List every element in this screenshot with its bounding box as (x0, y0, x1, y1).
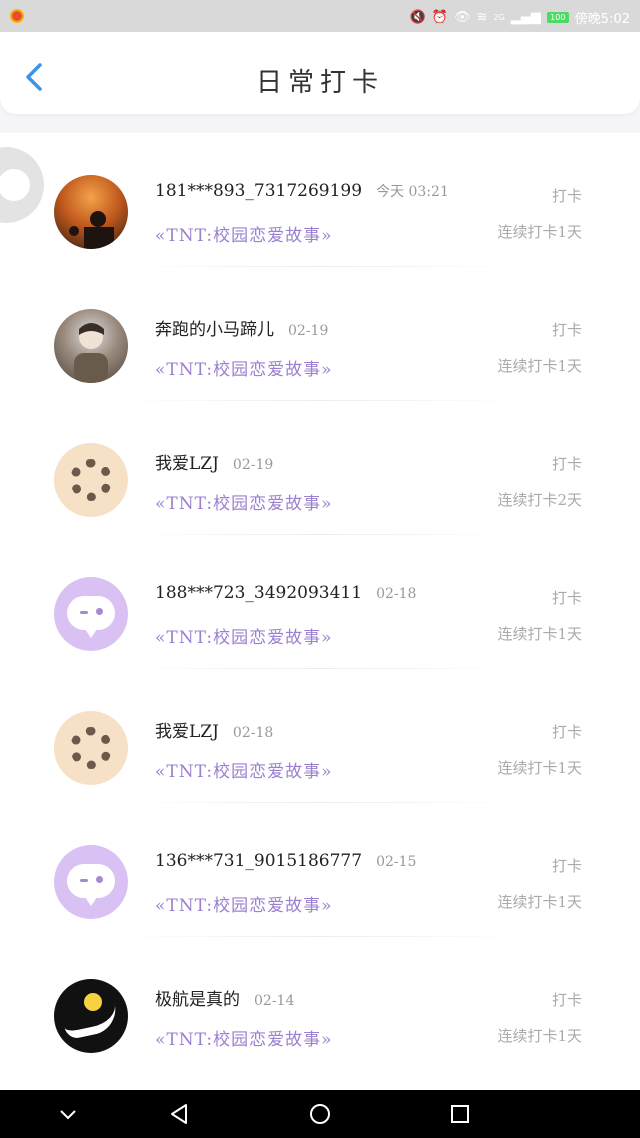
header-bar: 日常打卡 (0, 32, 640, 114)
mute-icon: 🔇 (409, 10, 426, 25)
list-item[interactable]: 我爱LZJ 02-19 «TNT:校园恋爱故事» 打卡 连续打卡2天 (0, 401, 640, 535)
user-name: 我爱LZJ 02-18 (155, 717, 273, 742)
user-name: 188***723_3492093411 02-18 (155, 583, 416, 603)
user-name: 极航是真的 02-14 (155, 985, 294, 1010)
user-name-text: 136***731_9015186777 (155, 851, 363, 871)
avatar[interactable] (54, 979, 128, 1053)
streak-text: 连续打卡1天 (497, 759, 582, 777)
wifi-icon: ≋ (476, 10, 488, 25)
signal-icon: ▂▄▆ (510, 10, 541, 25)
person-image (74, 323, 108, 383)
avatar[interactable] (54, 175, 128, 249)
silhouette-image (69, 211, 114, 249)
checkin-button[interactable]: 打卡 (552, 185, 582, 206)
checkin-date: 02-14 (254, 993, 295, 1009)
chat-bot-icon (67, 864, 115, 906)
user-name-text: 188***723_3492093411 (155, 583, 363, 603)
avatar[interactable] (54, 711, 128, 785)
avatar[interactable] (54, 443, 128, 517)
checkin-date: 02-18 (232, 725, 274, 741)
status-bar: 🔇 ⏰ 👁 ≋ 2G ▂▄▆ 100 傍晚5:02 (0, 0, 640, 32)
page-title: 日常打卡 (255, 68, 384, 98)
checkin-button[interactable]: 打卡 (552, 587, 582, 608)
recents-square-icon[interactable] (448, 1102, 472, 1126)
system-nav-bar (0, 1090, 640, 1138)
list-item[interactable]: 我爱LZJ 02-18 «TNT:校园恋爱故事» 打卡 连续打卡1天 (0, 669, 640, 803)
story-link[interactable]: «TNT:校园恋爱故事» (155, 1025, 332, 1050)
streak-text: 连续打卡1天 (497, 1027, 582, 1045)
user-name-text: 181***893_7317269199 (155, 181, 363, 201)
avatar[interactable] (54, 845, 128, 919)
story-link[interactable]: «TNT:校园恋爱故事» (155, 221, 332, 246)
avatar[interactable] (54, 309, 128, 383)
user-name: 奔跑的小马蹄儿 02-19 (155, 315, 328, 340)
checkin-button[interactable]: 打卡 (552, 319, 582, 340)
home-circle-icon[interactable] (308, 1102, 332, 1126)
weibo-icon (10, 9, 24, 23)
cartoon-image (84, 993, 102, 1011)
story-link[interactable]: «TNT:校园恋爱故事» (155, 891, 332, 916)
checkin-button[interactable]: 打卡 (552, 855, 582, 876)
back-triangle-icon[interactable] (168, 1102, 192, 1126)
streak-text: 连续打卡1天 (497, 625, 582, 643)
streak-text: 连续打卡1天 (497, 357, 582, 375)
chevron-down-icon[interactable] (56, 1102, 80, 1126)
user-name-text: 我爱LZJ (155, 722, 219, 742)
cartoon-image (70, 459, 112, 501)
checkin-date: 02-18 (376, 586, 417, 602)
checkin-button[interactable]: 打卡 (552, 453, 582, 474)
chat-bot-icon (67, 596, 115, 638)
checkin-button[interactable]: 打卡 (552, 989, 582, 1010)
list-item[interactable]: 奔跑的小马蹄儿 02-19 «TNT:校园恋爱故事» 打卡 连续打卡1天 (0, 267, 640, 401)
list-item[interactable]: 188***723_3492093411 02-18 «TNT:校园恋爱故事» 打… (0, 535, 640, 669)
checkin-date: 02-19 (288, 323, 329, 339)
streak-text: 连续打卡1天 (497, 893, 582, 911)
avatar[interactable] (54, 577, 128, 651)
list-item[interactable]: 极航是真的 02-14 «TNT:校园恋爱故事» 打卡 连续打卡1天 (0, 937, 640, 1071)
user-name-text: 奔跑的小马蹄儿 (155, 320, 274, 340)
streak-text: 连续打卡2天 (497, 491, 582, 509)
list-item[interactable]: 136***731_9015186777 02-15 «TNT:校园恋爱故事» 打… (0, 803, 640, 937)
network-label: 2G (493, 13, 505, 22)
user-name: 181***893_7317269199 今天 03:21 (155, 181, 449, 201)
story-link[interactable]: «TNT:校园恋爱故事» (155, 489, 332, 514)
checkin-date: 02-19 (232, 457, 274, 473)
story-link[interactable]: «TNT:校园恋爱故事» (155, 623, 332, 648)
battery-icon: 100 (546, 12, 569, 23)
eye-icon: 👁 (454, 10, 471, 25)
user-name-text: 我爱LZJ (155, 454, 219, 474)
clock-text: 傍晚5:02 (574, 12, 630, 27)
checkin-list[interactable]: 181***893_7317269199 今天 03:21 «TNT:校园恋爱故事… (0, 133, 640, 1090)
user-name: 136***731_9015186777 02-15 (155, 851, 416, 871)
story-link[interactable]: «TNT:校园恋爱故事» (155, 757, 332, 782)
user-name-text: 极航是真的 (155, 990, 240, 1010)
streak-text: 连续打卡1天 (497, 223, 582, 241)
story-link[interactable]: «TNT:校园恋爱故事» (155, 355, 332, 380)
alarm-icon: ⏰ (431, 10, 449, 25)
status-icons: 🔇 ⏰ 👁 ≋ 2G ▂▄▆ 100 傍晚5:02 (410, 8, 630, 27)
user-name: 我爱LZJ 02-19 (155, 449, 273, 474)
checkin-date: 02-15 (376, 854, 417, 870)
checkin-button[interactable]: 打卡 (552, 721, 582, 742)
list-item[interactable]: 181***893_7317269199 今天 03:21 «TNT:校园恋爱故事… (0, 133, 640, 267)
cartoon-image (70, 727, 112, 769)
checkin-date: 今天 03:21 (376, 184, 449, 200)
